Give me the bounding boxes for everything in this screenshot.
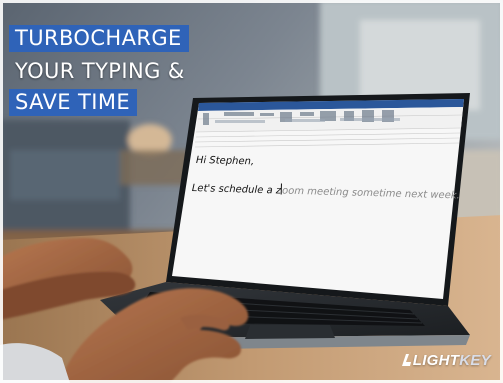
headline-line-1: TURBOCHARGE [9,25,189,52]
logo-mark-icon [401,354,411,366]
logo-text-light: LIGHT [412,352,460,369]
headline-line-3: SAVE TIME [9,89,138,116]
logo-text-key: KEY [459,352,491,369]
headline-line-2: YOUR TYPING & [15,59,185,83]
lightkey-logo: LIGHTKEY [401,352,491,369]
